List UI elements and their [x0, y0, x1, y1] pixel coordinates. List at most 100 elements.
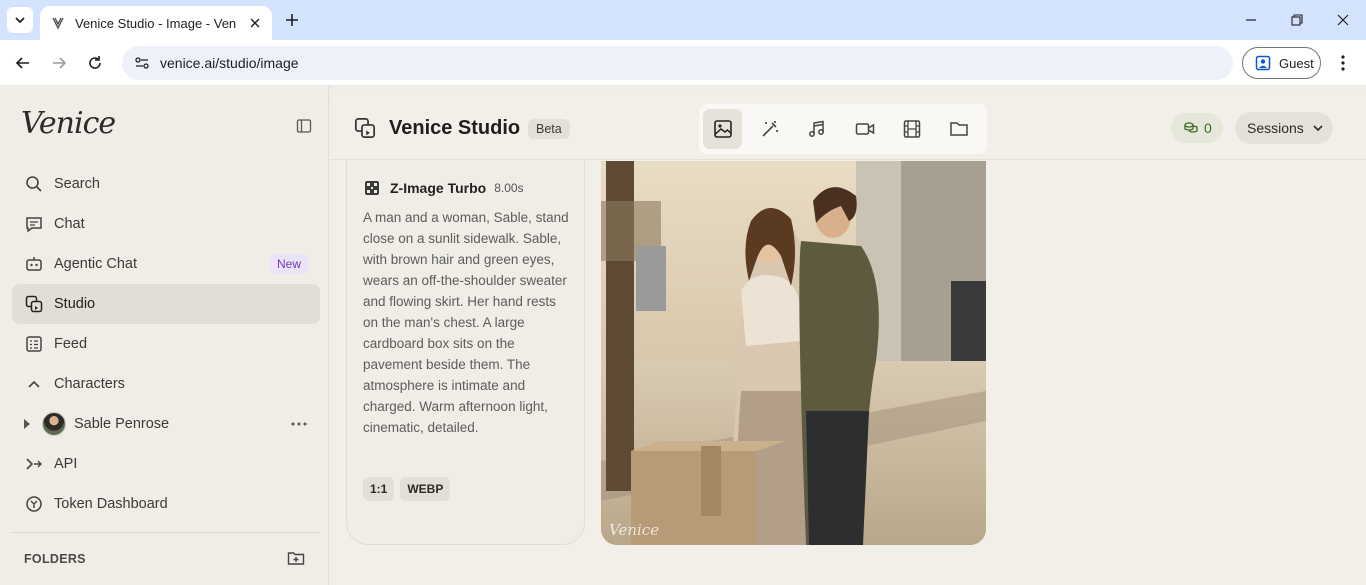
reload-icon	[89, 56, 101, 69]
model-row: Z-Image Turbo 8.00s	[363, 179, 524, 197]
tag-list: 1:1 WEBP	[363, 477, 456, 501]
browser-tab-strip: Venice Studio - Image - Venice.ai	[0, 0, 1366, 40]
url-text: venice.ai/studio/image	[160, 55, 299, 71]
search-icon	[24, 174, 44, 194]
api-icon	[24, 454, 44, 474]
new-tab-button[interactable]	[282, 10, 302, 30]
forward-button[interactable]	[49, 53, 69, 73]
close-icon[interactable]	[246, 14, 264, 32]
prompt-text: A man and a woman, Sable, stand close on…	[363, 210, 569, 435]
venice-favicon-icon	[52, 17, 64, 30]
feed-icon	[24, 334, 44, 354]
browser-tab[interactable]: Venice Studio - Image - Venice.ai	[40, 6, 272, 40]
sidebar-item-label: Feed	[54, 336, 88, 352]
model-name: Z-Image Turbo	[390, 180, 487, 196]
browser-toolbar: venice.ai/studio/image Guest	[0, 40, 1366, 86]
character-item-sable[interactable]: Sable Penrose	[12, 404, 320, 444]
studio-icon	[354, 117, 376, 139]
format-tag: WEBP	[400, 477, 451, 501]
sidebar-item-label: Search	[54, 176, 100, 192]
main-content: Venice Studio Beta 0 Sessions Z-Image Tu…	[330, 95, 1366, 585]
generated-image[interactable]: Venice	[601, 161, 986, 545]
sidebar-item-studio[interactable]: Studio	[12, 284, 320, 324]
character-name: Sable Penrose	[74, 416, 170, 432]
sessions-dropdown[interactable]: Sessions	[1235, 112, 1333, 144]
mode-library-button[interactable]	[940, 109, 979, 149]
close-icon	[1337, 14, 1349, 26]
generated-image-illustration	[601, 161, 986, 545]
chevron-down-icon	[1312, 122, 1324, 134]
arrow-left-icon	[15, 57, 29, 69]
sidebar-item-agentic-chat[interactable]: Agentic Chat New	[12, 244, 320, 284]
model-icon	[363, 179, 381, 197]
venice-logo[interactable]: Venice	[21, 106, 116, 141]
profile-label: Guest	[1279, 55, 1314, 71]
reload-button[interactable]	[85, 53, 105, 73]
sidebar-item-api[interactable]: API	[12, 444, 320, 484]
more-vertical-icon	[1341, 55, 1345, 71]
page-title: Venice Studio	[389, 117, 521, 139]
sidebar-item-chat[interactable]: Chat	[12, 204, 320, 244]
token-icon	[24, 494, 44, 514]
mode-music-button[interactable]	[798, 109, 837, 149]
avatar	[42, 412, 66, 436]
sidebar-item-label: API	[54, 456, 78, 472]
sidebar-item-label: Chat	[54, 216, 85, 232]
folders-heading: FOLDERS	[24, 552, 86, 566]
sidebar-item-label: Agentic Chat	[54, 256, 138, 272]
sidebar-item-feed[interactable]: Feed	[12, 324, 320, 364]
studio-header: Venice Studio Beta 0 Sessions	[330, 95, 1366, 160]
watermark-logo: Venice	[609, 521, 660, 539]
aspect-ratio-tag: 1:1	[363, 477, 395, 501]
close-window-button[interactable]	[1333, 10, 1353, 30]
chevron-down-icon	[15, 17, 25, 24]
film-icon	[903, 120, 921, 138]
mode-image-button[interactable]	[703, 109, 743, 149]
tab-title: Venice Studio - Image - Venice.ai	[75, 15, 237, 31]
plus-icon	[286, 14, 298, 26]
sidebar-item-label: Token Dashboard	[54, 496, 168, 512]
image-icon	[713, 120, 732, 138]
mode-video-button[interactable]	[845, 109, 884, 149]
site-settings-icon	[135, 57, 149, 69]
browser-menu-button[interactable]	[1333, 53, 1353, 73]
more-horizontal-icon[interactable]	[290, 415, 308, 433]
mode-film-button[interactable]	[892, 109, 931, 149]
restore-button[interactable]	[1287, 10, 1307, 30]
folder-icon	[950, 122, 969, 136]
chat-icon	[24, 214, 44, 234]
studio-icon	[24, 294, 44, 314]
sessions-label: Sessions	[1247, 120, 1304, 136]
video-icon	[855, 123, 874, 135]
tab-search-button[interactable]	[7, 7, 33, 33]
robot-icon	[24, 254, 44, 274]
sidebar-divider	[12, 532, 320, 533]
sidebar: Venice Search Chat Agentic Chat New Stud…	[0, 86, 329, 585]
restore-icon	[1291, 14, 1303, 26]
address-bar[interactable]: venice.ai/studio/image	[122, 46, 1233, 80]
sidebar-item-label: Characters	[54, 376, 125, 392]
sidebar-item-search[interactable]: Search	[12, 164, 320, 204]
mode-edit-button[interactable]	[750, 109, 789, 149]
minimize-button[interactable]	[1241, 10, 1261, 30]
generation-info-card: Z-Image Turbo 8.00s A man and a woman, S…	[346, 160, 585, 545]
sidebar-item-token-dashboard[interactable]: Token Dashboard	[12, 484, 320, 524]
collapse-sidebar-button[interactable]	[294, 116, 314, 136]
new-badge: New	[269, 254, 308, 274]
profile-button[interactable]: Guest	[1242, 47, 1321, 79]
credits-balance[interactable]: 0	[1171, 113, 1223, 143]
coins-icon	[1184, 122, 1198, 133]
profile-icon	[1255, 55, 1271, 71]
caret-right-icon[interactable]	[22, 419, 32, 429]
magic-wand-icon	[762, 121, 778, 137]
studio-mode-bar	[699, 104, 987, 154]
music-icon	[809, 120, 825, 137]
back-button[interactable]	[13, 53, 33, 73]
credits-value: 0	[1204, 120, 1212, 136]
generation-time: 8.00s	[494, 181, 524, 195]
sidebar-item-label: Studio	[54, 296, 96, 312]
beta-badge: Beta	[528, 119, 570, 139]
minimize-icon	[1246, 19, 1256, 21]
new-folder-button[interactable]	[287, 549, 305, 567]
sidebar-item-characters[interactable]: Characters	[12, 364, 320, 404]
